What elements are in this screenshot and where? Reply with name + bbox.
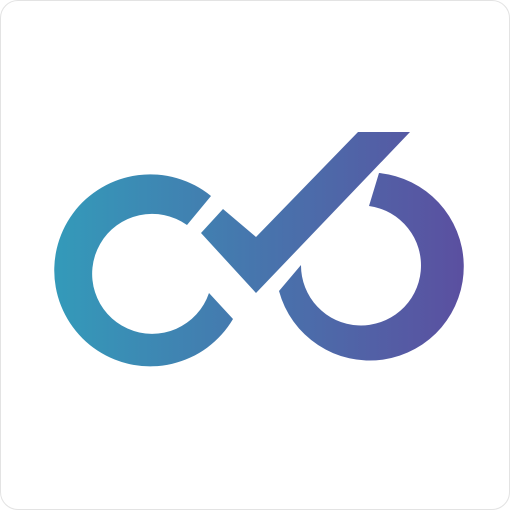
app-icon-tile (0, 0, 510, 510)
infinity-checkmark-logo-icon (54, 132, 464, 367)
left-loop-shape (54, 174, 233, 367)
checkmark-shape (201, 132, 410, 293)
